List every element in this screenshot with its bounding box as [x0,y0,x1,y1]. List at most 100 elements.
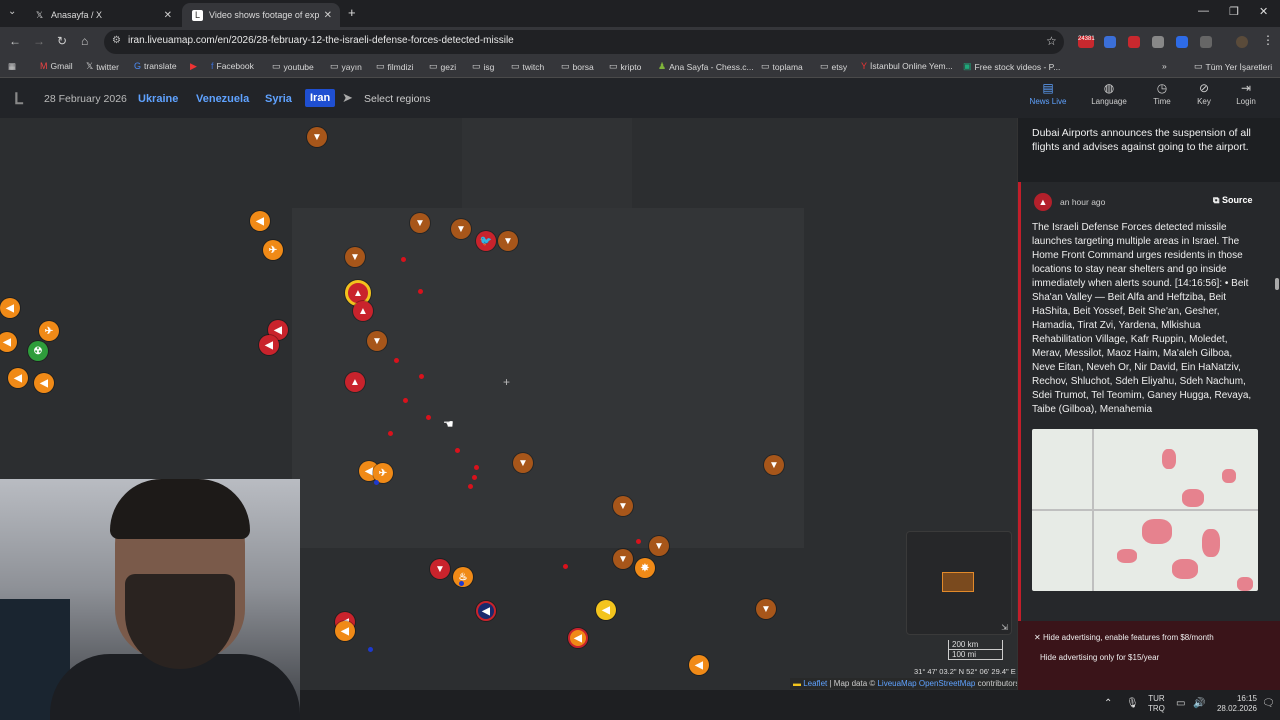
bookmark-folder-toplama[interactable]: ▭ toplama [761,61,803,72]
region-link-syria[interactable]: Syria [265,93,292,105]
event-dot[interactable] [636,539,641,544]
bookmark-folder-yayin[interactable]: ▭ yayın [330,61,362,72]
bookmark-folder-kripto[interactable]: ▭ kripto [609,61,641,72]
military-vehicle-marker[interactable]: ◀ [596,600,616,620]
missile-marker[interactable]: ▼ [613,496,633,516]
missile-marker[interactable]: ▼ [345,247,365,267]
sidebar-scrollbar[interactable] [1275,118,1279,690]
siren-marker[interactable]: ◀ [0,298,20,318]
airplane-marker[interactable]: ✈ [39,321,59,341]
bookmark-facebook[interactable]: f Facebook [211,61,254,71]
liveuamap-link[interactable]: LiveuaMap [877,679,916,688]
hide-ads-monthly-link[interactable]: ✕ Hide advertising, enable features from… [1034,633,1214,642]
region-link-venezuela[interactable]: Venezuela [196,93,249,105]
explosion-marker[interactable]: ✸ [635,558,655,578]
siren-marker[interactable]: ◀ [335,621,355,641]
extension-icon[interactable] [1128,36,1140,48]
bookmark-translate[interactable]: Gtranslate [134,61,177,71]
bookmark-folder-borsa[interactable]: ▭ borsa [561,61,594,72]
microphone-icon[interactable]: 🎙 [1126,698,1139,709]
missile-marker[interactable]: ▼ [430,559,450,579]
event-dot[interactable] [418,289,423,294]
event-dot[interactable] [394,358,399,363]
missile-marker[interactable]: ▼ [764,455,784,475]
tab-login[interactable]: ⇥ Login [1221,81,1271,106]
select-regions-button[interactable]: Select regions [364,93,431,105]
event-dot[interactable] [388,431,393,436]
bookmark-folder-twitch[interactable]: ▭ twitch [511,61,544,72]
reload-icon[interactable]: ↻ [57,34,67,48]
bookmark-folder-filmdizi[interactable]: ▭ filmdizi [376,61,414,72]
extension-badge[interactable]: 24381 [1078,36,1095,48]
bookmark-pexels[interactable]: ▣ Free stock videos - P... [963,61,1060,72]
event-dot[interactable] [419,374,424,379]
extensions-puzzle-icon[interactable] [1200,36,1212,48]
close-tab-icon[interactable]: ✕ [164,10,172,21]
apps-grid-icon[interactable]: ▦ [8,61,16,72]
leaflet-link[interactable]: Leaflet [803,679,827,688]
translate-extension-icon[interactable] [1104,36,1116,48]
minimap-viewport[interactable] [942,572,974,592]
tab-news-live[interactable]: ▤ News Live [1023,81,1073,106]
bookmark-chess[interactable]: ♟ Ana Sayfa - Chess.c... [658,61,754,72]
missile-marker[interactable]: ▼ [410,213,430,233]
new-tab-icon[interactable]: + [348,5,356,20]
missile-marker[interactable]: ▼ [367,331,387,351]
bookmark-star-icon[interactable]: ☆ [1046,34,1057,48]
restore-icon[interactable]: ❐ [1229,5,1239,18]
event-dot[interactable] [455,448,460,453]
siren-marker[interactable]: ◀ [689,655,709,675]
notifications-icon[interactable]: 🗨 [1262,698,1275,709]
region-link-iran[interactable]: Iran [305,89,336,107]
minimap-toggle-icon[interactable]: ⇲ [1001,623,1008,632]
scroll-thumb[interactable] [1275,278,1279,290]
forward-icon[interactable]: → [33,34,45,48]
bookmarks-overflow-icon[interactable]: » [1162,61,1167,71]
bookmark-folder-youtube[interactable]: ▭ youtube [272,61,314,72]
date-label[interactable]: 28 February 2026 [44,93,127,105]
military-vehicle-marker[interactable]: ◀ [568,628,588,648]
tab-language[interactable]: ◍ Language [1084,81,1134,106]
military-vehicle-marker[interactable]: ◀ [250,211,270,231]
tab-search-icon[interactable]: ⌄ [8,6,16,17]
liveuamap-logo[interactable]: ꓡ [14,89,23,109]
missile-marker[interactable]: ▼ [451,219,471,239]
bookmark-yemeksepeti[interactable]: Y İstanbul Online Yem... [861,61,953,71]
all-bookmarks[interactable]: ▭ Tüm Yer İşaretleri [1194,61,1272,72]
missile-launch-marker[interactable]: ▲ [353,301,373,321]
tab-liveuamap[interactable]: L Video shows footage of explos ✕ [182,3,340,27]
airplane-marker[interactable]: ✈ [263,240,283,260]
tray-overflow-icon[interactable]: ⌃ [1104,698,1112,709]
news-item-text[interactable]: Dubai Airports announces the suspension … [1032,126,1264,154]
bookmark-folder-isg[interactable]: ▭ isg [472,61,494,72]
input-language[interactable]: TUR TRQ [1148,694,1165,714]
event-dot[interactable] [403,398,408,403]
bookmark-gmail[interactable]: M Gmail [40,61,73,71]
bookmark-twitter[interactable]: 𝕏twitter [86,61,119,72]
missile-marker[interactable]: ▼ [613,549,633,569]
hide-ads-yearly-link[interactable]: Hide advertising only for $15/year [1040,653,1159,662]
close-window-icon[interactable]: ✕ [1259,5,1268,18]
bookmark-folder-etsy[interactable]: ▭ etsy [820,61,847,72]
missile-marker[interactable]: ▼ [498,231,518,251]
naval-marker[interactable]: ◀ [476,601,496,621]
network-icon[interactable]: ▭ [1176,698,1185,709]
system-clock[interactable]: 16:15 28.02.2026 [1207,694,1257,714]
minimap[interactable]: ⇲ [906,531,1012,635]
home-icon[interactable]: ⌂ [81,34,88,48]
event-dot[interactable] [368,647,373,652]
event-dot[interactable] [459,581,464,586]
event-dot[interactable] [401,257,406,262]
news-card[interactable]: ▲ an hour ago ⧉ Source The Israeli Defen… [1018,182,1280,622]
extension-icon[interactable] [1152,36,1164,48]
military-vehicle-marker[interactable]: ◀ [34,373,54,393]
bookmark-folder-gezi[interactable]: ▭ gezi [429,61,456,72]
volume-icon[interactable]: 🔊 [1193,698,1205,709]
menu-kebab-icon[interactable]: ⋮ [1262,33,1274,47]
site-info-icon[interactable]: ⚙ [112,35,121,46]
missile-marker[interactable]: ▼ [307,127,327,147]
close-tab-icon[interactable]: ✕ [324,10,332,21]
hazard-marker[interactable]: ☢ [28,341,48,361]
event-dot[interactable] [426,415,431,420]
missile-launch-marker[interactable]: ▲ [345,372,365,392]
